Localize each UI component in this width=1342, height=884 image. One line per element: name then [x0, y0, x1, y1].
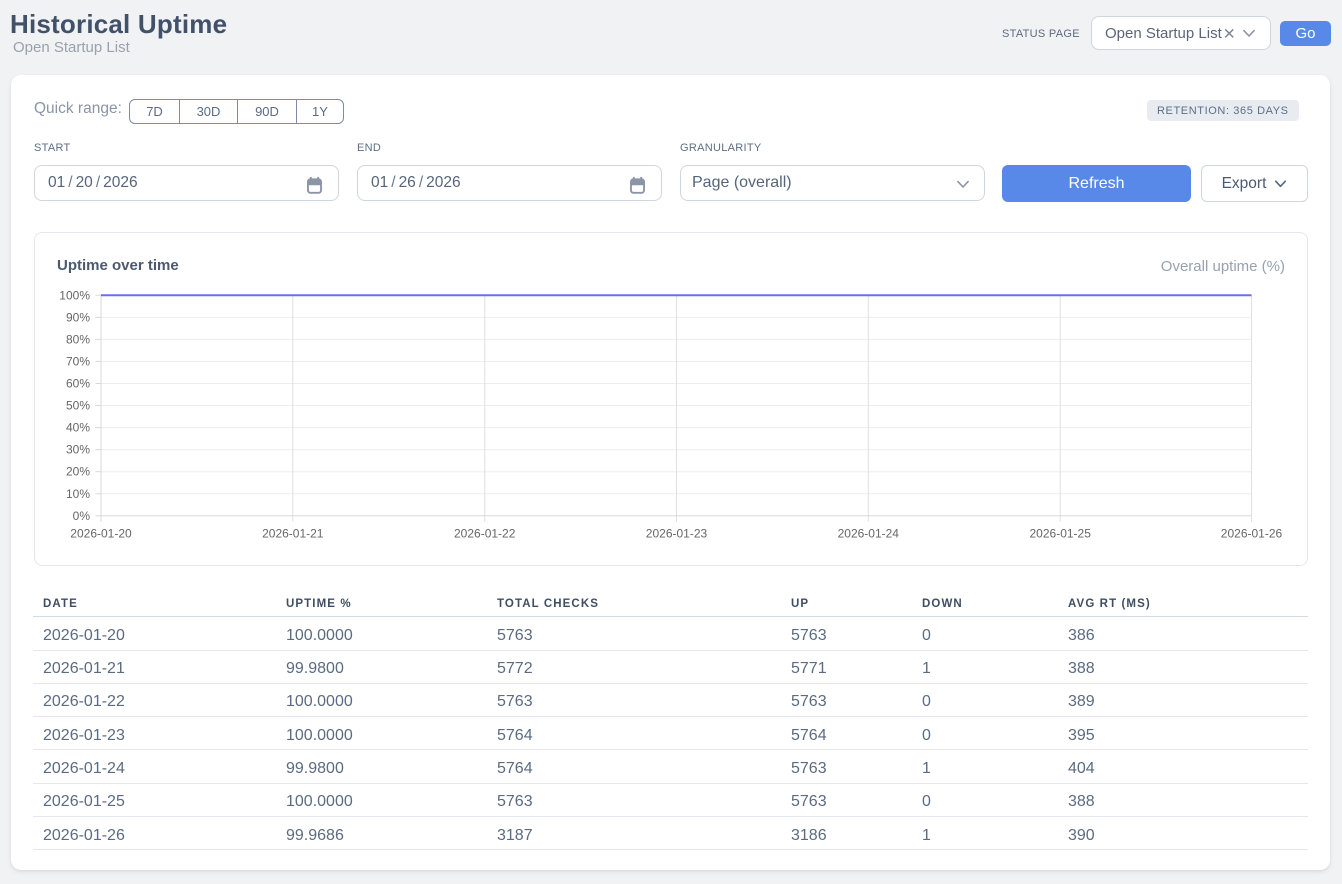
svg-text:50%: 50% — [66, 398, 90, 412]
svg-text:70%: 70% — [66, 354, 90, 368]
svg-text:2026-01-24: 2026-01-24 — [838, 526, 900, 540]
svg-text:80%: 80% — [66, 332, 90, 346]
svg-text:0%: 0% — [73, 508, 91, 522]
svg-text:2026-01-26: 2026-01-26 — [1221, 526, 1283, 540]
svg-text:2026-01-22: 2026-01-22 — [454, 526, 516, 540]
svg-text:2026-01-20: 2026-01-20 — [70, 526, 132, 540]
svg-text:90%: 90% — [66, 310, 90, 324]
svg-text:100%: 100% — [59, 288, 90, 302]
svg-text:20%: 20% — [66, 464, 90, 478]
svg-text:30%: 30% — [66, 442, 90, 456]
svg-text:40%: 40% — [66, 420, 90, 434]
svg-text:10%: 10% — [66, 486, 90, 500]
svg-text:2026-01-25: 2026-01-25 — [1030, 526, 1092, 540]
svg-text:2026-01-23: 2026-01-23 — [646, 526, 708, 540]
svg-text:2026-01-21: 2026-01-21 — [262, 526, 324, 540]
svg-text:60%: 60% — [66, 376, 90, 390]
